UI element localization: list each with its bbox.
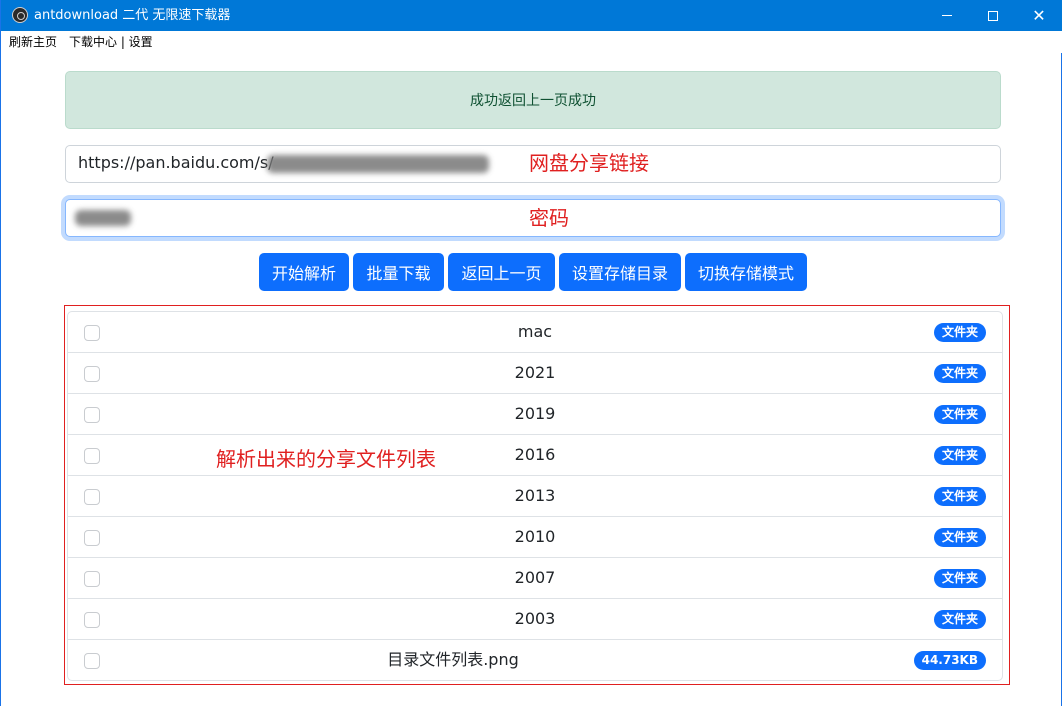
type-badge: 文件夹 <box>933 569 986 588</box>
menu-download-center-settings[interactable]: 下载中心 | 设置 <box>69 34 153 50</box>
file-row[interactable]: 2021 文件夹 <box>68 353 1002 394</box>
type-badge: 文件夹 <box>933 528 986 547</box>
close-icon: ✕ <box>1032 5 1046 25</box>
file-list: mac 文件夹 2021 文件夹 2019 文件夹 2016 文件夹 2013 <box>67 311 1003 681</box>
file-name: mac <box>517 322 553 341</box>
size-badge: 44.73KB <box>913 651 986 670</box>
file-row[interactable]: 2019 文件夹 <box>68 394 1002 435</box>
share-url-value: https://pan.baidu.com/s/ <box>78 153 274 172</box>
file-row[interactable]: 2010 文件夹 <box>68 517 1002 558</box>
file-row[interactable]: 目录文件列表.png 44.73KB <box>68 640 1002 680</box>
alert-message: 成功返回上一页成功 <box>470 93 596 109</box>
file-name: 目录文件列表.png <box>387 650 519 669</box>
file-name: 2013 <box>514 486 556 505</box>
minimize-icon <box>942 15 952 16</box>
file-list-highlight: mac 文件夹 2021 文件夹 2019 文件夹 2016 文件夹 2013 <box>64 305 1010 685</box>
type-badge: 文件夹 <box>933 487 986 506</box>
menu-refresh-home[interactable]: 刷新主页 <box>9 34 57 50</box>
file-row[interactable]: 2007 文件夹 <box>68 558 1002 599</box>
annotation-file-list: 解析出来的分享文件列表 <box>216 447 436 471</box>
annotation-share-link: 网盘分享链接 <box>529 151 649 175</box>
redacted-password <box>75 210 131 226</box>
file-row[interactable]: mac 文件夹 <box>68 312 1002 353</box>
menu-bar: 刷新主页 下载中心 | 设置 <box>2 31 1062 53</box>
type-badge: 文件夹 <box>933 610 986 629</box>
window-title: antdownload 二代 无限速下载器 <box>34 8 231 23</box>
maximize-icon <box>988 10 998 21</box>
title-bar: antdownload 二代 无限速下载器 ✕ <box>1 0 1062 31</box>
file-row[interactable]: 2016 文件夹 <box>68 435 1002 476</box>
go-back-button[interactable]: 返回上一页 <box>448 253 555 291</box>
file-name: 2007 <box>514 568 556 587</box>
file-name: 2019 <box>514 404 556 423</box>
file-name: 2016 <box>514 445 556 464</box>
type-badge: 文件夹 <box>933 323 986 342</box>
batch-download-button[interactable]: 批量下载 <box>353 253 444 291</box>
file-name: 2010 <box>514 527 556 546</box>
success-alert: 成功返回上一页成功 <box>65 71 1001 129</box>
file-row[interactable]: 2003 文件夹 <box>68 599 1002 640</box>
minimize-button[interactable] <box>924 0 970 31</box>
action-buttons: 开始解析 批量下载 返回上一页 设置存储目录 切换存储模式 <box>259 253 807 291</box>
app-icon <box>12 7 28 23</box>
type-badge: 文件夹 <box>933 405 986 424</box>
app-window: antdownload 二代 无限速下载器 ✕ 刷新主页 下载中心 | 设置 成… <box>0 0 1062 706</box>
file-row[interactable]: 2013 文件夹 <box>68 476 1002 517</box>
type-badge: 文件夹 <box>933 364 986 383</box>
annotation-password: 密码 <box>529 206 569 230</box>
file-name: 2021 <box>514 363 556 382</box>
redacted-url-part <box>267 155 489 173</box>
switch-storage-mode-button[interactable]: 切换存储模式 <box>685 253 807 291</box>
close-button[interactable]: ✕ <box>1016 0 1062 31</box>
start-parse-button[interactable]: 开始解析 <box>259 253 349 291</box>
maximize-button[interactable] <box>970 0 1016 31</box>
set-storage-dir-button[interactable]: 设置存储目录 <box>559 253 681 291</box>
type-badge: 文件夹 <box>933 446 986 465</box>
file-name: 2003 <box>514 609 556 628</box>
